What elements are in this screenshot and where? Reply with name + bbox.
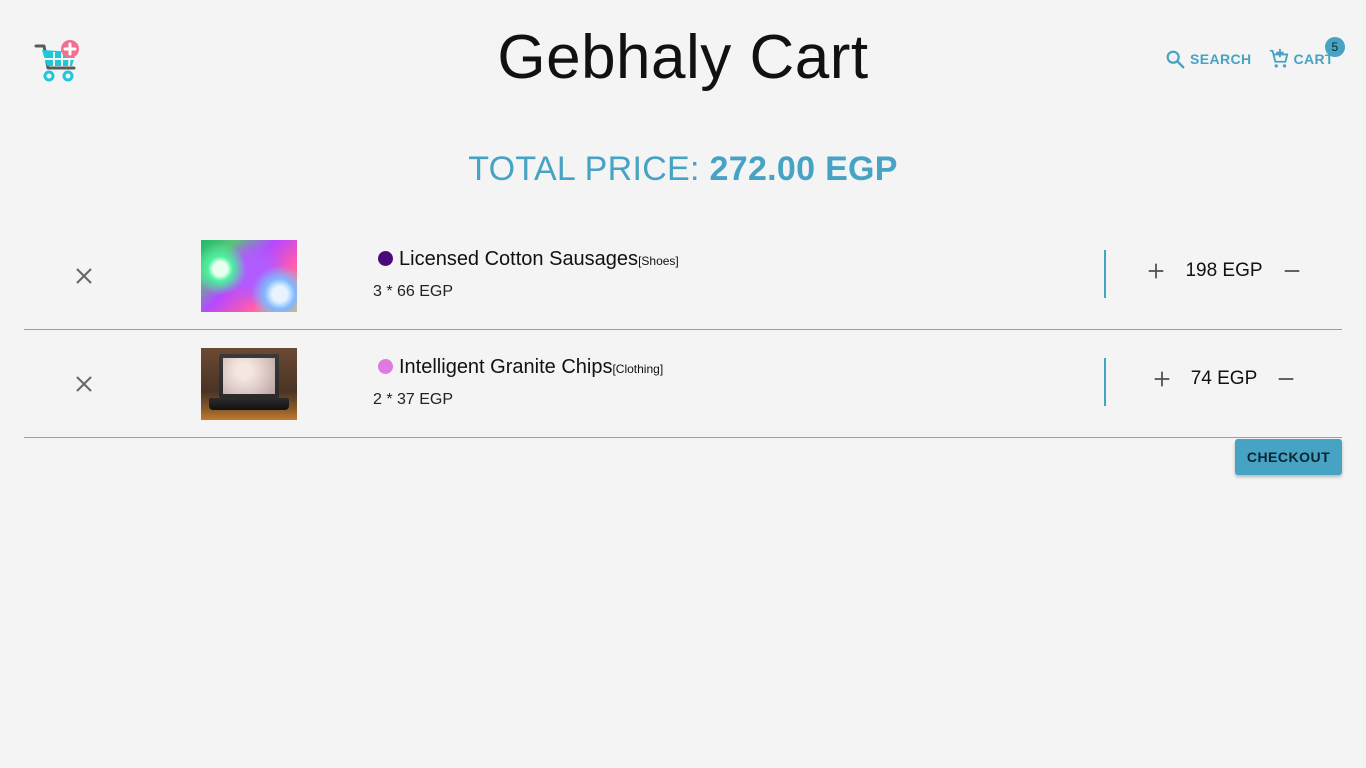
item-info: Intelligent Granite Chips [Clothing] 2 *… xyxy=(373,356,663,409)
add-shopping-cart-icon xyxy=(1269,48,1288,68)
checkout-button[interactable]: CHECKOUT xyxy=(1235,439,1342,475)
item-name[interactable]: Intelligent Granite Chips xyxy=(399,356,612,379)
search-button[interactable]: SEARCH xyxy=(1164,48,1252,70)
cart-count-badge: 5 xyxy=(1325,37,1345,57)
item-info: Licensed Cotton Sausages [Shoes] 3 * 66 … xyxy=(373,248,679,301)
item-name[interactable]: Licensed Cotton Sausages xyxy=(399,248,638,271)
plus-icon[interactable] xyxy=(1151,368,1173,390)
cart-item-list: Licensed Cotton Sausages [Shoes] 3 * 66 … xyxy=(24,222,1342,438)
minus-icon[interactable] xyxy=(1281,260,1303,282)
remove-item-button[interactable] xyxy=(72,264,96,288)
item-quantity-text: 2 * 37 EGP xyxy=(373,391,454,408)
close-icon xyxy=(76,268,92,284)
total-price-label: TOTAL PRICE: xyxy=(468,150,700,188)
item-category: [Clothing] xyxy=(612,362,664,376)
color-swatch xyxy=(378,359,393,374)
quantity-stepper: 74 EGP xyxy=(1144,368,1304,390)
laptop-screen-graphic xyxy=(219,354,279,398)
search-icon xyxy=(1166,50,1185,69)
item-quantity-text: 3 * 66 EGP xyxy=(373,283,454,300)
total-price-amount: 272.00 EGP xyxy=(709,150,898,188)
product-image xyxy=(201,348,297,420)
laptop-base-graphic xyxy=(209,398,289,410)
top-nav: SEARCH CART 5 xyxy=(1148,37,1345,70)
search-label: SEARCH xyxy=(1189,51,1252,67)
quantity-stepper: 198 EGP xyxy=(1144,260,1304,282)
minus-icon[interactable] xyxy=(1275,368,1297,390)
product-image xyxy=(201,240,297,312)
item-category: [Shoes] xyxy=(638,254,679,268)
total-price: TOTAL PRICE: 272.00 EGP xyxy=(0,150,1366,189)
vertical-divider xyxy=(1104,250,1106,298)
cart-page: Gebhaly Cart SEARCH CART 5 TOTAL PRICE: … xyxy=(0,0,1366,768)
line-price: 198 EGP xyxy=(1185,260,1263,281)
cart-item-row: Licensed Cotton Sausages [Shoes] 3 * 66 … xyxy=(24,222,1342,330)
line-price: 74 EGP xyxy=(1190,368,1258,389)
plus-icon[interactable] xyxy=(1145,260,1167,282)
close-icon xyxy=(76,376,92,392)
cart-button[interactable]: CART 5 xyxy=(1268,37,1345,70)
cart-item-row: Intelligent Granite Chips [Clothing] 2 *… xyxy=(24,330,1342,438)
color-swatch xyxy=(378,251,393,266)
remove-item-button[interactable] xyxy=(72,372,96,396)
vertical-divider xyxy=(1104,358,1106,406)
